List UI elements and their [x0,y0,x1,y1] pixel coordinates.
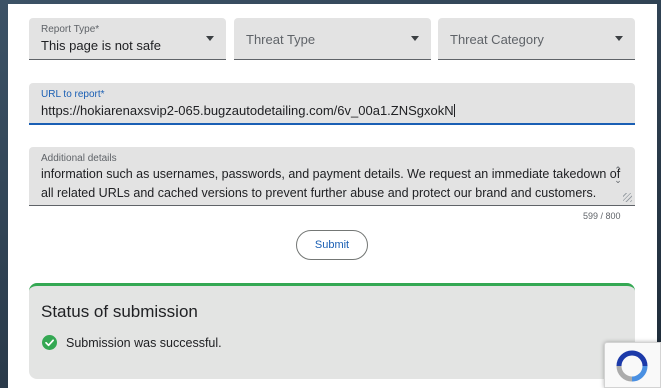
submission-status-card: Status of submission Submission was succ… [29,283,635,379]
report-form-panel: Report Type* This page is not safe Threa… [8,4,657,388]
resize-grip-icon[interactable] [623,193,632,202]
submit-button[interactable]: Submit [296,230,368,260]
recaptcha-logo-icon [616,350,648,382]
chevron-down-icon [411,36,419,41]
check-circle-icon [42,335,57,350]
chevron-down-icon [206,36,214,41]
report-type-label: Report Type* [41,24,100,35]
report-type-value: This page is not safe [41,38,161,53]
additional-details-textarea[interactable]: Additional details information such as u… [29,147,635,206]
threat-category-select[interactable]: Threat Category [438,18,635,60]
textarea-scroll-arrows[interactable]: ⌃ ⌄ [613,165,623,185]
report-type-select[interactable]: Report Type* This page is not safe [29,18,226,60]
url-input[interactable]: URL to report* https://hokiarenaxsvip2-0… [29,83,635,125]
scroll-up-icon[interactable]: ⌃ [613,165,623,175]
chevron-down-icon [615,36,623,41]
scroll-down-icon[interactable]: ⌄ [613,175,623,185]
url-value: https://hokiarenaxsvip2-065.bugzautodeta… [41,103,455,118]
recaptcha-badge[interactable] [604,342,661,388]
threat-type-select[interactable]: Threat Type [234,18,431,60]
threat-type-placeholder: Threat Type [246,32,316,47]
details-value: information such as usernames, passwords… [41,167,621,200]
status-message: Submission was successful. [66,336,222,350]
details-label: Additional details [41,153,117,164]
threat-category-placeholder: Threat Category [450,32,544,47]
character-counter: 599 / 800 [583,211,621,221]
url-label: URL to report* [41,89,105,100]
status-title: Status of submission [41,302,198,321]
text-cursor [453,104,455,117]
